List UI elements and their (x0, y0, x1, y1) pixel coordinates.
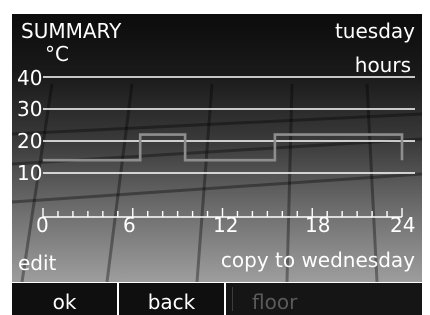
ok-button[interactable]: ok (12, 283, 117, 315)
summary-display: SUMMARY tuesday °C hours 40 30 20 10 0 6… (12, 14, 422, 282)
back-button[interactable]: back (119, 283, 224, 315)
x-tick-label-12: 12 (213, 213, 239, 237)
x-tick-label-6: 6 (123, 213, 136, 237)
temperature-schedule-chart[interactable] (12, 14, 422, 282)
ok-label: ok (52, 290, 77, 314)
copy-day-option[interactable]: copy to wednesday (221, 250, 415, 270)
thermostat-screen: SUMMARY tuesday °C hours 40 30 20 10 0 6… (0, 0, 430, 315)
edit-option[interactable]: edit (18, 253, 56, 273)
x-tick-label-0: 0 (36, 213, 49, 237)
x-tick-label-18: 18 (305, 213, 331, 237)
schedule-line-0[interactable] (43, 133, 404, 162)
floor-button[interactable]: floor (226, 283, 422, 315)
x-tick-label-24: 24 (390, 213, 416, 237)
softkey-bar: ok back floor (12, 283, 422, 315)
back-label: back (147, 290, 196, 314)
floor-label: floor (252, 290, 298, 314)
